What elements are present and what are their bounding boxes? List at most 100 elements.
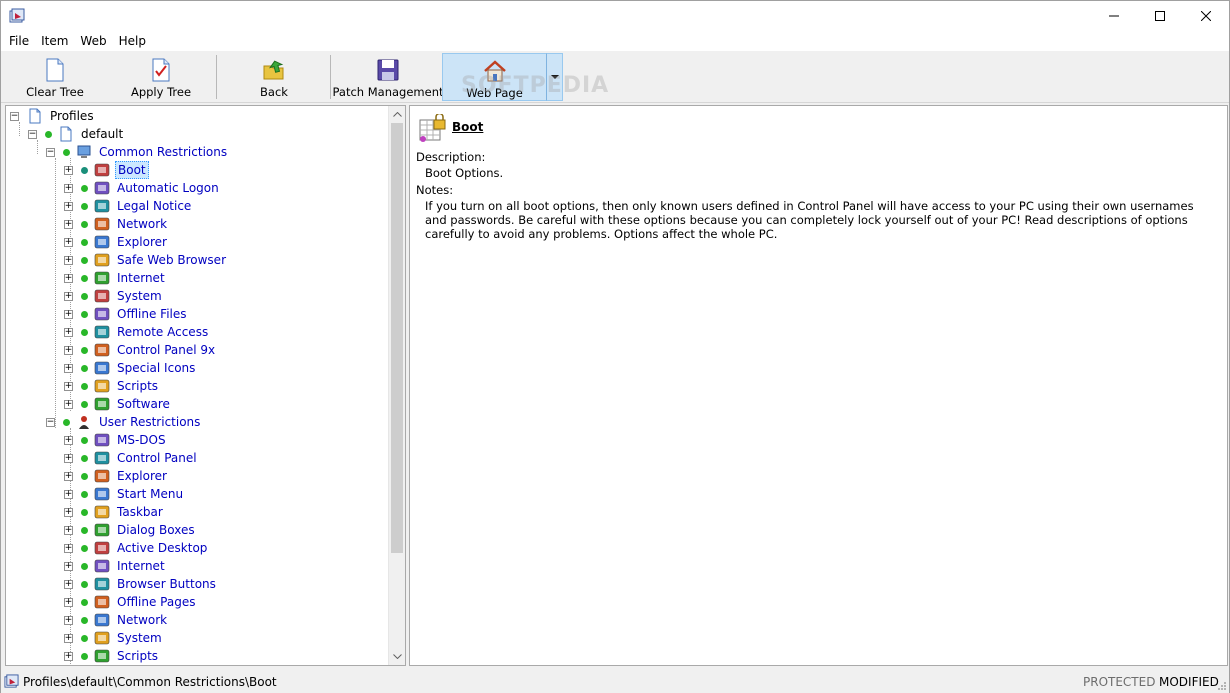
setting-icon [94, 559, 110, 573]
collapse-toggle-icon[interactable]: − [10, 111, 19, 121]
tree-node[interactable]: + Legal Notice [64, 197, 193, 215]
collapse-toggle-icon[interactable]: − [46, 417, 55, 427]
tree-node[interactable]: + Active Desktop [64, 539, 209, 557]
maximize-button[interactable] [1137, 1, 1183, 31]
expand-toggle-icon[interactable]: + [64, 219, 73, 229]
minimize-button[interactable] [1091, 1, 1137, 31]
setting-icon [94, 397, 110, 411]
tree-node[interactable]: + Software [64, 395, 172, 413]
tree-node[interactable]: + Scripts [64, 647, 160, 665]
tree-node[interactable]: + Start Menu [64, 485, 185, 503]
expand-toggle-icon[interactable]: + [64, 201, 73, 211]
resize-grip-icon[interactable] [1217, 681, 1227, 691]
status-dot-icon [81, 364, 88, 372]
tree-node[interactable]: − Profiles [10, 107, 96, 125]
scroll-up-button[interactable] [389, 106, 405, 123]
tree-node[interactable]: + Automatic Logon [64, 179, 221, 197]
tree-node[interactable]: + Internet [64, 557, 167, 575]
expand-toggle-icon[interactable]: + [64, 561, 73, 571]
expand-toggle-icon[interactable]: + [64, 291, 73, 301]
tree-node[interactable]: + Explorer [64, 233, 169, 251]
status-dot-icon [81, 616, 88, 624]
tree-node[interactable]: + Network [64, 611, 169, 629]
tree-node[interactable]: − default [28, 125, 125, 143]
tree-node[interactable]: + Special Icons [64, 359, 197, 377]
menu-web[interactable]: Web [74, 31, 112, 51]
tree-node-label: Scripts [117, 649, 159, 663]
expand-toggle-icon[interactable]: + [64, 309, 73, 319]
menu-file[interactable]: File [3, 31, 35, 51]
close-button[interactable] [1183, 1, 1229, 31]
tree-node-label: Safe Web Browser [117, 253, 226, 267]
expand-toggle-icon[interactable]: + [64, 615, 73, 625]
expand-toggle-icon[interactable]: + [64, 399, 73, 409]
expand-toggle-icon[interactable]: + [64, 453, 73, 463]
clear-tree-button[interactable]: Clear Tree [3, 53, 107, 101]
tree-node[interactable]: + Control Panel [64, 449, 199, 467]
expand-toggle-icon[interactable]: + [64, 525, 73, 535]
expand-toggle-icon[interactable]: + [64, 471, 73, 481]
collapse-toggle-icon[interactable]: − [28, 129, 37, 139]
expand-toggle-icon[interactable]: + [64, 165, 73, 175]
scroll-down-button[interactable] [389, 648, 405, 665]
tree-node[interactable]: + System [64, 287, 164, 305]
expand-toggle-icon[interactable]: + [64, 327, 73, 337]
tree-node[interactable]: + Explorer [64, 467, 169, 485]
setting-icon [94, 505, 110, 519]
scroll-thumb[interactable] [391, 123, 403, 553]
tree-node[interactable]: + Control Panel 9x [64, 341, 217, 359]
tree-node[interactable]: + Safe Web Browser [64, 251, 228, 269]
expand-toggle-icon[interactable]: + [64, 633, 73, 643]
tree-scrollbar[interactable] [388, 106, 405, 665]
tree-node[interactable]: + Network [64, 215, 169, 233]
expand-toggle-icon[interactable]: + [64, 543, 73, 553]
tree-node[interactable]: + Offline Files [64, 305, 189, 323]
menu-item[interactable]: Item [35, 31, 74, 51]
expand-toggle-icon[interactable]: + [64, 183, 73, 193]
profile-tree[interactable]: − Profiles − default − Common Restrictions + Bo… [5, 105, 406, 666]
tree-node[interactable]: + Browser Buttons [64, 575, 218, 593]
status-dot-icon [81, 634, 88, 642]
back-label: Back [260, 85, 288, 99]
expand-toggle-icon[interactable]: + [64, 345, 73, 355]
tree-node[interactable]: + Scripts [64, 377, 160, 395]
expand-toggle-icon[interactable]: + [64, 381, 73, 391]
collapse-toggle-icon[interactable]: − [46, 147, 55, 157]
menu-help[interactable]: Help [113, 31, 152, 51]
expand-toggle-icon[interactable]: + [64, 237, 73, 247]
expand-toggle-icon[interactable]: + [64, 597, 73, 607]
web-page-dropdown[interactable] [546, 53, 563, 101]
expand-toggle-icon[interactable]: + [64, 363, 73, 373]
patch-management-button[interactable]: Patch Management [333, 53, 444, 101]
blank-page-icon [46, 58, 64, 82]
checked-page-icon [152, 58, 170, 82]
tree-node[interactable]: + Boot [64, 161, 149, 179]
status-dot-icon [63, 418, 70, 426]
expand-toggle-icon[interactable]: + [64, 273, 73, 283]
status-protected: PROTECTED [1083, 675, 1156, 689]
status-dot-icon [81, 400, 88, 408]
web-page-button[interactable]: Web Page [442, 53, 547, 101]
tree-node[interactable]: + MS-DOS [64, 431, 168, 449]
expand-toggle-icon[interactable]: + [64, 255, 73, 265]
tree-node[interactable]: + Remote Access [64, 323, 210, 341]
user-icon [79, 416, 89, 429]
status-dot-icon [81, 544, 88, 552]
tree-node[interactable]: − User Restrictions [46, 413, 202, 431]
expand-toggle-icon[interactable]: + [64, 489, 73, 499]
tree-node[interactable]: + Internet [64, 269, 167, 287]
expand-toggle-icon[interactable]: + [64, 507, 73, 517]
expand-toggle-icon[interactable]: + [64, 579, 73, 589]
setting-icon [94, 199, 110, 213]
tree-node[interactable]: + Offline Pages [64, 593, 198, 611]
tree-node[interactable]: + System [64, 629, 164, 647]
expand-toggle-icon[interactable]: + [64, 651, 73, 661]
apply-tree-button[interactable]: Apply Tree [109, 53, 213, 101]
tree-node[interactable]: − Common Restrictions [46, 143, 229, 161]
expand-toggle-icon[interactable]: + [64, 435, 73, 445]
tree-node[interactable]: + Taskbar [64, 503, 165, 521]
tree-node[interactable]: + Dialog Boxes [64, 521, 197, 539]
setting-icon [94, 163, 110, 177]
setting-icon [94, 523, 110, 537]
back-button[interactable]: Back [221, 53, 327, 101]
